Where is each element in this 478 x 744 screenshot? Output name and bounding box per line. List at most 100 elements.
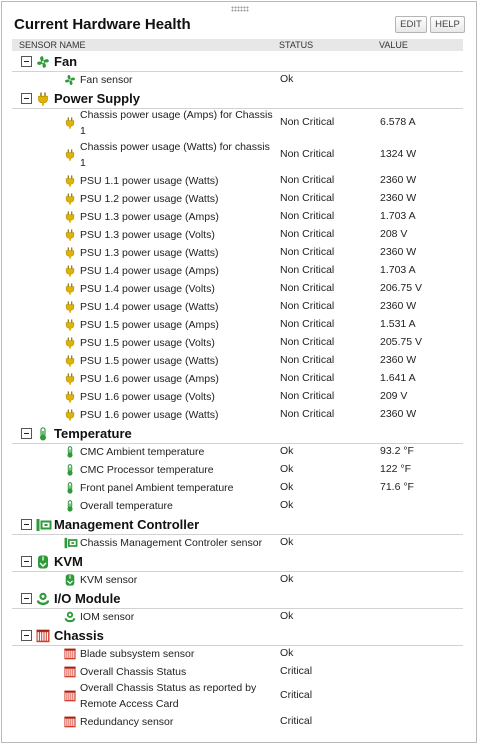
sensor-row: PSU 1.5 power usage (Watts) Non Critical 2… (12, 353, 463, 369)
sensor-status: Non Critical (280, 336, 335, 348)
sensor-row: PSU 1.3 power usage (Volts) Non Critical 2… (12, 227, 463, 243)
group-title: KVM (54, 554, 83, 569)
sensor-name: PSU 1.6 power usage (Amps) (80, 373, 219, 385)
sensor-group-i-o-module: I/O Module (12, 590, 463, 608)
sensor-name: Fan sensor (80, 74, 133, 86)
sensor-name: PSU 1.5 power usage (Volts) (80, 337, 215, 349)
sensor-status: Critical (280, 665, 313, 677)
group-header[interactable]: Fan (12, 53, 463, 71)
group-title: Management Controller (54, 517, 200, 532)
io-module-icon (36, 592, 50, 606)
sensor-value: 2360 W (380, 408, 417, 420)
power-plug-icon (64, 337, 76, 349)
edit-button[interactable]: EDIT (395, 16, 427, 33)
column-value: VALUE (379, 40, 408, 50)
sensor-row: PSU 1.4 power usage (Watts) Non Critical 2… (12, 299, 463, 315)
sensor-name: Chassis power usage (Amps) for Chassis 1 (80, 109, 273, 137)
power-plug-icon (64, 193, 76, 205)
collapse-toggle-icon[interactable] (21, 56, 32, 67)
kvm-icon (36, 555, 50, 569)
thermometer-icon (64, 464, 76, 476)
sensor-status: Non Critical (280, 300, 335, 312)
group-header[interactable]: Power Supply (12, 90, 463, 108)
sensor-row: PSU 1.5 power usage (Volts) Non Critical 2… (12, 335, 463, 351)
sensor-value: 2360 W (380, 246, 417, 258)
sensor-row: PSU 1.4 power usage (Volts) Non Critical 2… (12, 281, 463, 297)
sensor-value: 1324 W (380, 148, 417, 160)
help-button[interactable]: HELP (430, 16, 465, 33)
group-header[interactable]: KVM (12, 553, 463, 571)
sensor-status: Non Critical (280, 116, 335, 128)
power-plug-icon (64, 355, 76, 367)
sensor-status: Non Critical (280, 192, 335, 204)
sensor-name: PSU 1.4 power usage (Volts) (80, 283, 215, 295)
sensor-status: Non Critical (280, 148, 335, 160)
sensor-status: Non Critical (280, 282, 335, 294)
group-header[interactable]: Temperature (12, 425, 463, 443)
power-plug-icon (64, 175, 76, 187)
kvm-icon (64, 574, 76, 586)
sensor-status: Ok (280, 481, 294, 493)
panel-title: Current Hardware Health (14, 16, 191, 33)
sensor-name: PSU 1.5 power usage (Watts) (80, 355, 219, 367)
column-status: STATUS (279, 40, 314, 50)
collapse-toggle-icon[interactable] (21, 630, 32, 641)
collapse-toggle-icon[interactable] (21, 556, 32, 567)
sensor-name: IOM sensor (80, 611, 135, 623)
group-header[interactable]: Chassis (12, 627, 463, 645)
sensor-name: Chassis power usage (Watts) for chassis … (80, 141, 270, 169)
collapse-toggle-icon[interactable] (21, 519, 32, 530)
sensor-name: CMC Ambient temperature (80, 446, 205, 458)
sensor-status: Non Critical (280, 174, 335, 186)
sensor-status: Non Critical (280, 318, 335, 330)
sensor-value: 1.703 A (380, 264, 416, 276)
sensor-row: PSU 1.5 power usage (Amps) Non Critical 1.… (12, 317, 463, 333)
sensor-status: Non Critical (280, 246, 335, 258)
column-sensor-name: SENSOR NAME (19, 40, 86, 50)
chassis-icon (36, 629, 50, 643)
thermometer-icon (36, 427, 50, 441)
chassis-icon (64, 648, 76, 660)
power-plug-icon (64, 265, 76, 277)
group-title: Fan (54, 54, 78, 69)
sensor-value: 208 V (380, 228, 408, 240)
sensor-row: PSU 1.6 power usage (Volts) Non Critical 2… (12, 389, 463, 405)
collapse-toggle-icon[interactable] (21, 428, 32, 439)
sensor-status: Critical (280, 689, 313, 701)
chassis-icon (64, 690, 76, 702)
power-plug-icon (36, 92, 50, 106)
io-module-icon (64, 611, 76, 623)
sensor-row: Redundancy sensor Critical (12, 714, 463, 730)
sensor-status: Non Critical (280, 372, 335, 384)
management-controller-icon (64, 537, 78, 549)
power-plug-icon (64, 409, 76, 421)
sensor-row: Front panel Ambient temperature Ok 71.6 °F (12, 480, 463, 496)
collapse-toggle-icon[interactable] (21, 593, 32, 604)
sensor-value: 206.75 V (380, 282, 423, 294)
sensor-group-temperature: Temperature (12, 425, 463, 443)
sensor-row: CMC Processor temperature Ok 122 °F (12, 462, 463, 478)
group-title: Power Supply (54, 91, 140, 106)
sensor-name: PSU 1.4 power usage (Amps) (80, 265, 219, 277)
power-plug-icon (64, 373, 76, 385)
sensor-row: Blade subsystem sensor Ok (12, 646, 463, 662)
sensor-status: Ok (280, 445, 294, 457)
sensor-row: PSU 1.6 power usage (Amps) Non Critical 1.… (12, 371, 463, 387)
group-header[interactable]: Management Controller (12, 516, 463, 534)
sensor-row: Fan sensor Ok (12, 72, 463, 88)
sensor-status: Ok (280, 463, 294, 475)
panel-header: Current Hardware Health EDIT HELP (2, 2, 476, 40)
collapse-toggle-icon[interactable] (21, 93, 32, 104)
sensor-value: 1.703 A (380, 210, 416, 222)
power-plug-icon (64, 283, 76, 295)
sensor-value: 71.6 °F (380, 481, 414, 493)
sensor-status: Non Critical (280, 228, 335, 240)
sensor-group-fan: Fan (12, 53, 463, 71)
management-controller-icon (36, 518, 52, 532)
sensor-status: Critical (280, 715, 313, 727)
sensor-name: Chassis Management Controler sensor (80, 537, 263, 549)
sensor-status: Non Critical (280, 354, 335, 366)
group-header[interactable]: I/O Module (12, 590, 463, 608)
sensor-row: Overall Chassis Status Critical (12, 664, 463, 680)
sensor-group-kvm: KVM (12, 553, 463, 571)
